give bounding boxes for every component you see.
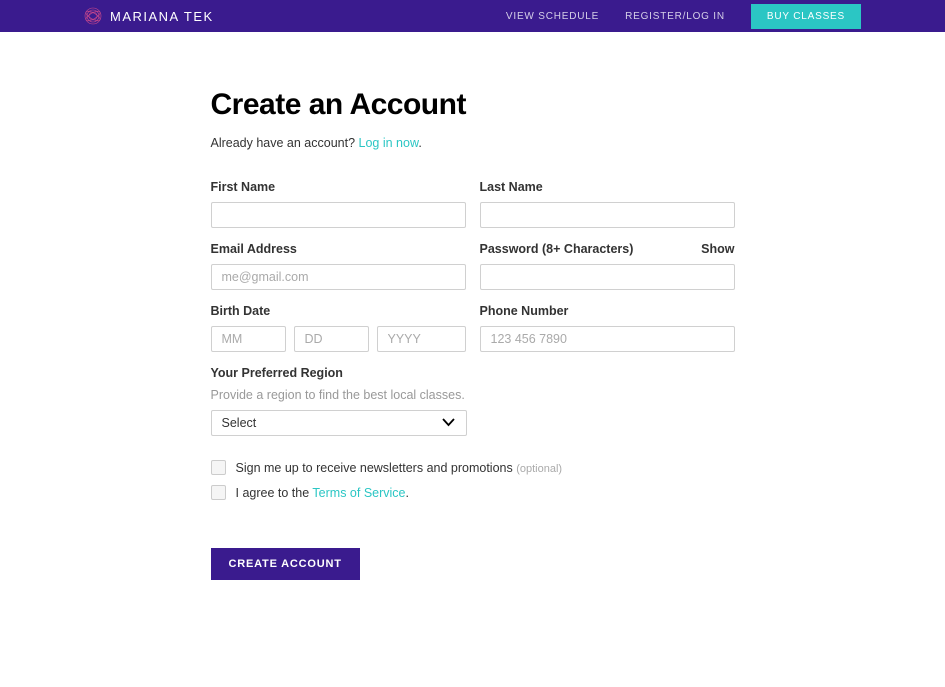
- nav-view-schedule[interactable]: VIEW SCHEDULE: [506, 11, 599, 22]
- birth-year-input[interactable]: [377, 326, 466, 352]
- tos-checkbox[interactable]: [211, 485, 226, 500]
- email-label: Email Address: [211, 242, 466, 256]
- first-name-label: First Name: [211, 180, 466, 194]
- login-prompt: Already have an account? Log in now.: [211, 136, 735, 150]
- email-input[interactable]: [211, 264, 466, 290]
- buy-classes-button[interactable]: BUY CLASSES: [751, 4, 861, 29]
- create-account-button[interactable]: CREATE ACCOUNT: [211, 548, 360, 580]
- main-nav: VIEW SCHEDULE REGISTER/LOG IN BUY CLASSE…: [506, 4, 861, 29]
- tos-link[interactable]: Terms of Service: [312, 486, 405, 500]
- region-select[interactable]: Select: [211, 410, 467, 436]
- last-name-label: Last Name: [480, 180, 735, 194]
- login-prompt-suffix: .: [418, 136, 421, 150]
- login-prompt-prefix: Already have an account?: [211, 136, 359, 150]
- newsletter-label: Sign me up to receive newsletters and pr…: [236, 461, 563, 475]
- region-label: Your Preferred Region: [211, 366, 467, 380]
- brand-logo[interactable]: MARIANA TEK: [84, 7, 214, 25]
- main-content: Create an Account Already have an accoun…: [211, 88, 735, 620]
- password-input[interactable]: [480, 264, 735, 290]
- birth-month-input[interactable]: [211, 326, 286, 352]
- password-show-toggle[interactable]: Show: [701, 242, 734, 256]
- login-link[interactable]: Log in now: [359, 136, 419, 150]
- nav-register-login[interactable]: REGISTER/LOG IN: [625, 11, 725, 22]
- newsletter-checkbox[interactable]: [211, 460, 226, 475]
- phone-input[interactable]: [480, 326, 735, 352]
- site-header: MARIANA TEK VIEW SCHEDULE REGISTER/LOG I…: [0, 0, 945, 32]
- page-title: Create an Account: [211, 88, 735, 122]
- birth-date-label: Birth Date: [211, 304, 466, 318]
- region-hint: Provide a region to find the best local …: [211, 388, 467, 402]
- phone-label: Phone Number: [480, 304, 735, 318]
- last-name-input[interactable]: [480, 202, 735, 228]
- brand-text: MARIANA TEK: [110, 9, 214, 24]
- birth-day-input[interactable]: [294, 326, 369, 352]
- tos-label: I agree to the Terms of Service.: [236, 486, 410, 500]
- first-name-input[interactable]: [211, 202, 466, 228]
- password-label: Password (8+ Characters): [480, 242, 634, 256]
- brand-icon: [84, 7, 102, 25]
